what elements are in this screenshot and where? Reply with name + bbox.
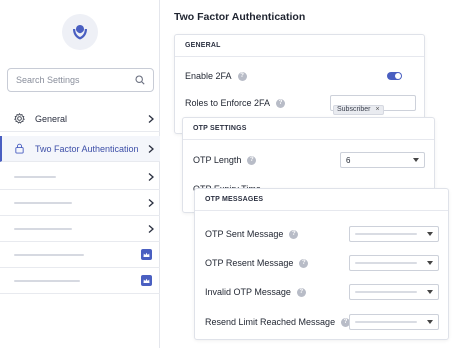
sidebar-item-pro[interactable] [0, 242, 160, 268]
help-icon[interactable]: ? [296, 287, 306, 297]
crown-icon [141, 249, 152, 260]
otp-message-row: Invalid OTP Message ? [205, 283, 439, 301]
caret-down-icon [427, 232, 433, 236]
logo [62, 14, 98, 50]
placeholder-line [355, 321, 417, 323]
caret-down-icon [427, 290, 433, 294]
placeholder-line [14, 253, 84, 256]
help-icon[interactable]: ? [276, 98, 286, 108]
help-icon[interactable]: ? [299, 258, 309, 268]
placeholder-line [14, 279, 80, 282]
help-icon[interactable]: ? [289, 229, 299, 239]
remove-tag-icon[interactable]: × [375, 106, 379, 113]
sidebar-item-pro[interactable] [0, 268, 160, 294]
placeholder-line [355, 291, 417, 293]
sidebar-item-placeholder[interactable] [0, 190, 160, 216]
search-placeholder: Search Settings [16, 75, 80, 85]
placeholder-line [14, 175, 56, 178]
otp-length-value: 6 [346, 155, 351, 165]
sidebar-item-general[interactable]: General [0, 106, 160, 132]
otp-sent-label: OTP Sent Message [205, 229, 284, 239]
help-icon[interactable]: ? [237, 71, 247, 81]
sidebar-item-label: General [35, 113, 68, 124]
crown-icon [141, 275, 152, 286]
caret-down-icon [413, 158, 419, 162]
search-icon [135, 75, 145, 85]
enable-2fa-label: Enable 2FA [185, 71, 232, 81]
chevron-right-icon [142, 172, 160, 181]
help-icon[interactable]: ? [247, 155, 257, 165]
roles-row: Roles to Enforce 2FA ? Subscriber × [185, 94, 416, 115]
search-input[interactable]: Search Settings [7, 68, 154, 92]
roles-label: Roles to Enforce 2FA [185, 98, 271, 108]
sidebar-item-placeholder[interactable] [0, 164, 160, 190]
otp-messages-heading: OTP MESSAGES [195, 189, 448, 211]
sidebar-item-placeholder[interactable] [0, 216, 160, 242]
role-tag: Subscriber × [333, 104, 384, 115]
page-title: Two Factor Authentication [174, 11, 306, 23]
lock-icon [15, 143, 24, 154]
brand-logo-icon [73, 25, 87, 40]
otp-length-row: OTP Length ? 6 [193, 151, 425, 169]
chevron-right-icon [142, 144, 160, 153]
sidebar-item-two-factor-authentication[interactable]: Two Factor Authentication [0, 136, 160, 162]
otp-sent-select[interactable] [349, 226, 439, 242]
otp-message-row: OTP Resent Message ? [205, 254, 439, 272]
general-heading: GENERAL [175, 35, 424, 57]
caret-down-icon [427, 320, 433, 324]
resend-limit-select[interactable] [349, 314, 439, 330]
otp-resent-label: OTP Resent Message [205, 258, 294, 268]
otp-settings-heading: OTP SETTINGS [183, 118, 434, 140]
resend-limit-label: Resend Limit Reached Message [205, 317, 336, 327]
chevron-right-icon [142, 224, 160, 233]
gear-icon [14, 113, 25, 124]
placeholder-line [355, 233, 417, 235]
otp-length-select[interactable]: 6 [340, 152, 425, 168]
enable-2fa-row: Enable 2FA ? [185, 67, 414, 85]
role-tag-label: Subscriber [337, 106, 371, 113]
placeholder-line [355, 262, 417, 264]
sidebar: Search Settings General Two Factor Authe… [0, 0, 160, 348]
sidebar-item-label: Two Factor Authentication [35, 143, 139, 154]
invalid-otp-select[interactable] [349, 284, 439, 300]
otp-length-label: OTP Length [193, 155, 242, 165]
caret-down-icon [427, 261, 433, 265]
placeholder-line [14, 201, 72, 204]
enable-2fa-toggle[interactable] [387, 72, 402, 80]
placeholder-line [14, 227, 72, 230]
roles-multiselect[interactable]: Subscriber × [330, 95, 416, 115]
otp-message-row: OTP Sent Message ? [205, 225, 439, 243]
otp-messages-card: OTP MESSAGES OTP Sent Message ? OTP Rese… [194, 188, 449, 340]
invalid-otp-label: Invalid OTP Message [205, 287, 291, 297]
otp-resent-select[interactable] [349, 255, 439, 271]
chevron-right-icon [142, 114, 160, 123]
chevron-right-icon [142, 198, 160, 207]
otp-message-row: Resend Limit Reached Message ? [205, 313, 439, 331]
